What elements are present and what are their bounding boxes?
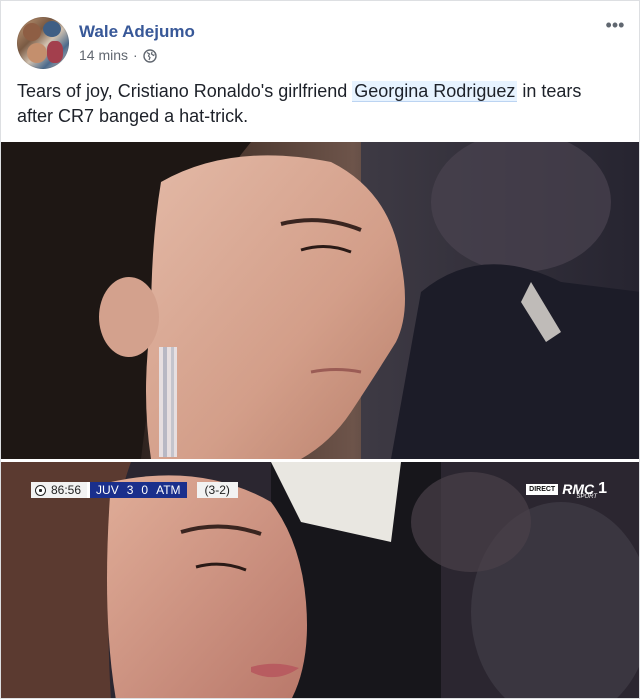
post-photo-bottom[interactable]: 86:56 JUV 3 0 ATM (3-2) DIRECT RMC 1 SPO… [1,462,639,698]
post-caption: Tears of joy, Cristiano Ronaldo's girlfr… [17,79,621,129]
timestamp-link[interactable]: 14 mins [79,45,128,65]
post-photo-top[interactable] [1,142,639,459]
scoreboard-teams: JUV 3 0 ATM [90,482,187,498]
clock-text: 86:56 [51,483,82,497]
home-team: JUV [96,483,119,497]
aggregate-score: (3-2) [196,482,238,498]
more-options-button[interactable]: ••• [603,15,627,35]
timestamp-row: 14 mins · [79,45,195,65]
match-scoreboard: 86:56 JUV 3 0 ATM (3-2) [31,482,238,498]
channel-number: 1 [598,480,607,497]
facebook-post: Wale Adejumo 14 mins · ••• Tears of joy,… [0,0,640,699]
ellipsis-icon: ••• [605,15,625,35]
match-clock: 86:56 [31,482,88,498]
home-score: 3 [126,483,134,497]
away-team: ATM [156,483,181,497]
away-score: 0 [141,483,149,497]
author-avatar[interactable] [17,17,69,69]
author-name-link[interactable]: Wale Adejumo [79,21,195,43]
broadcaster-logo: DIRECT RMC 1 SPORT [526,480,607,500]
live-badge: DIRECT [526,483,559,495]
football-icon [35,484,46,496]
caption-text-start: Tears of joy, Cristiano Ronaldo's girlfr… [17,81,353,101]
separator-dot: · [133,47,138,63]
globe-icon[interactable] [143,48,157,63]
post-header: Wale Adejumo 14 mins · [17,17,195,69]
tagged-person-link[interactable]: Georgina Rodriguez [352,81,518,102]
channel-sub: SPORT [576,494,597,500]
post-meta: Wale Adejumo 14 mins · [79,21,195,65]
